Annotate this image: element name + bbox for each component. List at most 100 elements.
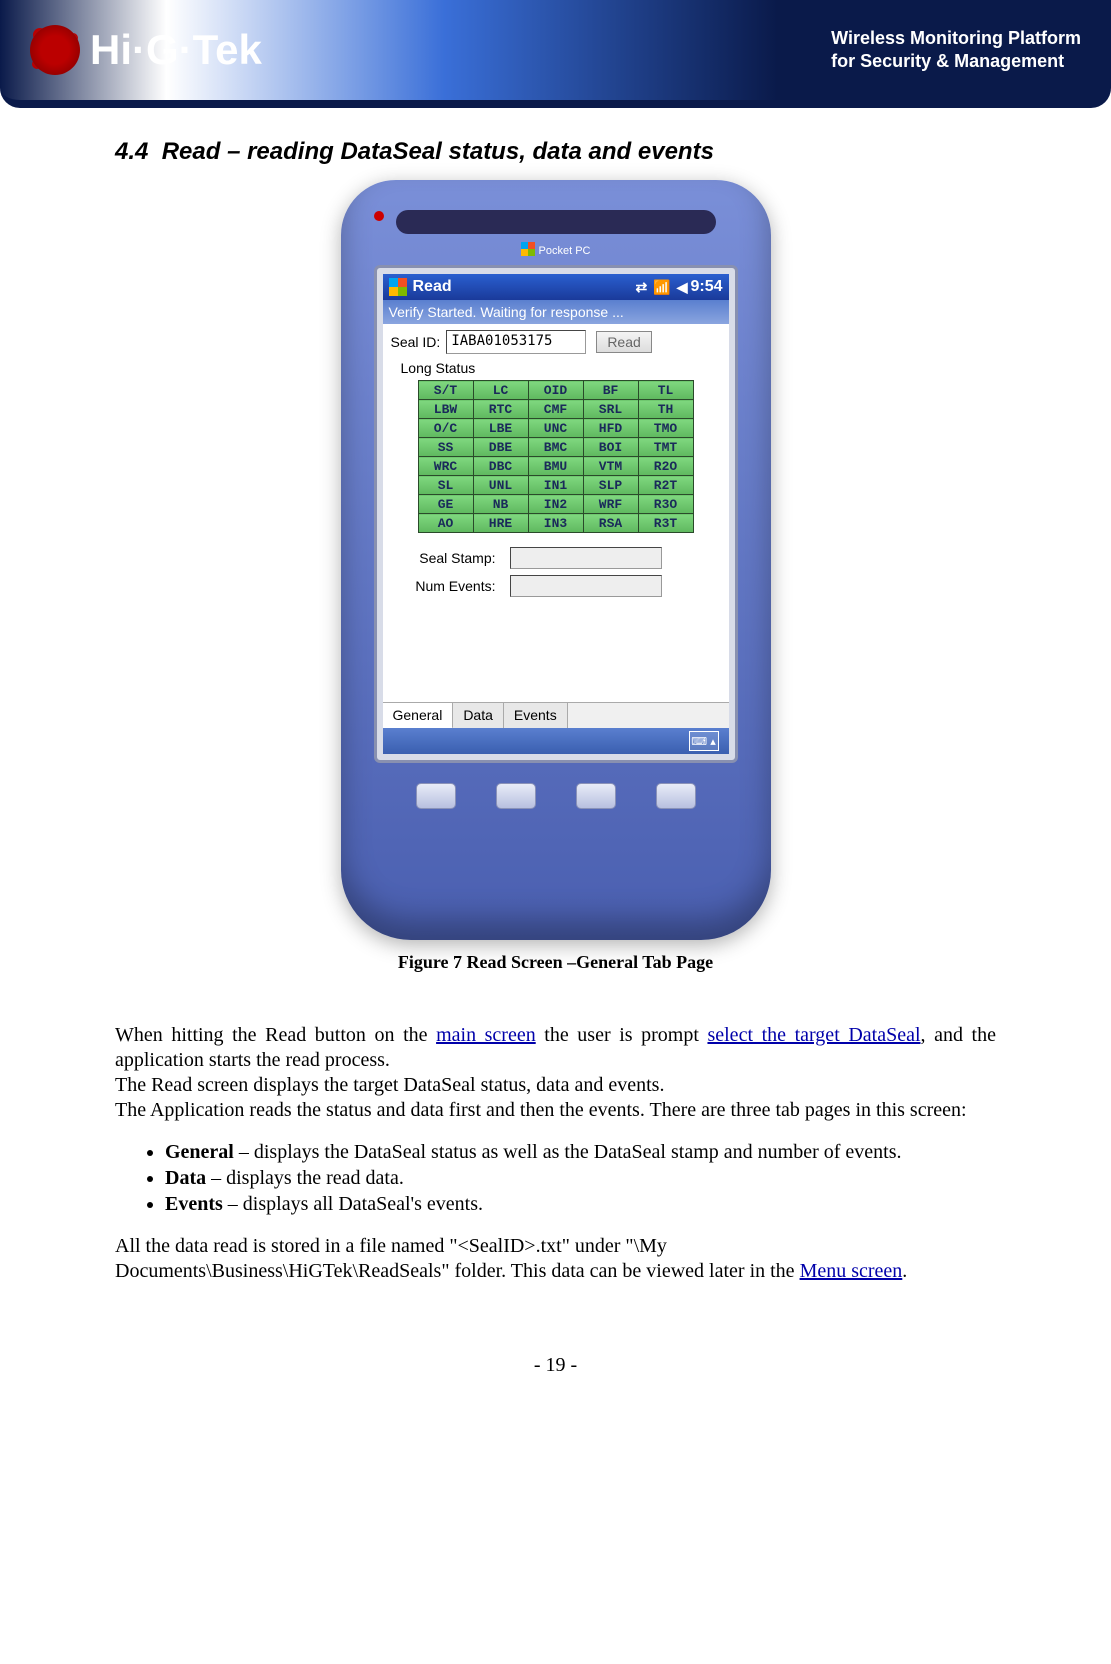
link-main-screen[interactable]: main screen xyxy=(436,1024,536,1046)
status-cell: S/T xyxy=(418,381,473,400)
connectivity-icon[interactable]: ⇄ xyxy=(636,279,648,296)
page-number: - 19 - xyxy=(115,1354,996,1377)
status-cell: DBC xyxy=(473,457,528,476)
seal-stamp-label: Seal Stamp: xyxy=(391,550,496,566)
status-cell: WRF xyxy=(583,495,638,514)
p1-b: the user is prompt xyxy=(536,1024,708,1046)
globe-icon xyxy=(30,25,80,75)
status-cell: BOI xyxy=(583,438,638,457)
header-tagline: Wireless Monitoring Platform for Securit… xyxy=(831,27,1081,74)
app-title: Read xyxy=(413,278,452,296)
status-cell: UNC xyxy=(528,419,583,438)
num-events-field[interactable] xyxy=(510,575,662,597)
status-cell: NB xyxy=(473,495,528,514)
bullet-general: General – displays the DataSeal status a… xyxy=(165,1141,996,1164)
tab-data[interactable]: Data xyxy=(453,703,504,728)
closing-paragraph: All the data read is stored in a file na… xyxy=(115,1234,996,1284)
p1-a: When hitting the Read button on the xyxy=(115,1024,436,1046)
hw-button-3[interactable] xyxy=(576,783,616,809)
status-cell: LBW xyxy=(418,400,473,419)
hw-button-2[interactable] xyxy=(496,783,536,809)
status-cell: SS xyxy=(418,438,473,457)
status-cell: HRE xyxy=(473,514,528,533)
sip-bar: ⌨ ▴ xyxy=(383,728,729,754)
link-select-target-dataseal[interactable]: select the target DataSeal xyxy=(707,1024,920,1046)
hw-button-4[interactable] xyxy=(656,783,696,809)
status-cell: WRC xyxy=(418,457,473,476)
status-cell: IN3 xyxy=(528,514,583,533)
status-cell: TMO xyxy=(638,419,693,438)
device-speaker-bar xyxy=(396,210,716,234)
page-header: Hi·G·Tek Wireless Monitoring Platform fo… xyxy=(0,0,1111,108)
seal-stamp-field[interactable] xyxy=(510,547,662,569)
tagline-line1: Wireless Monitoring Platform xyxy=(831,27,1081,50)
clock: 9:54 xyxy=(690,278,722,296)
pda-device: Pocket PC Read ⇄ 📶 ◀ 9:54 Verify Started… xyxy=(341,180,771,940)
long-status-label: Long Status xyxy=(401,360,721,376)
hardware-button-row xyxy=(341,783,771,809)
hw-button-1[interactable] xyxy=(416,783,456,809)
status-cell: IN1 xyxy=(528,476,583,495)
long-status-grid: S/TLCOIDBFTL LBWRTCCMFSRLTH O/CLBEUNCHFD… xyxy=(418,380,694,533)
num-events-label: Num Events: xyxy=(391,578,496,594)
section-number: 4.4 xyxy=(115,138,148,165)
start-icon[interactable] xyxy=(389,278,407,296)
status-cell: R3O xyxy=(638,495,693,514)
section-title-text: Read – reading DataSeal status, data and… xyxy=(162,138,714,165)
seal-id-input[interactable]: IABA01053175 xyxy=(446,330,586,354)
status-cell: BF xyxy=(583,381,638,400)
p2: The Read screen displays the target Data… xyxy=(115,1074,664,1096)
closing-a: All the data read is stored in a file na… xyxy=(115,1235,800,1282)
status-cell: SRL xyxy=(583,400,638,419)
status-cell: AO xyxy=(418,514,473,533)
status-message: Verify Started. Waiting for response ... xyxy=(383,300,729,324)
section-heading: 4.4 Read – reading DataSeal status, data… xyxy=(115,138,996,166)
p3: The Application reads the status and dat… xyxy=(115,1099,967,1121)
tab-general[interactable]: General xyxy=(383,703,454,729)
brand-text: Hi·G·Tek xyxy=(90,26,262,74)
status-cell: BMU xyxy=(528,457,583,476)
tab-bar: General Data Events xyxy=(383,702,729,728)
status-cell: OID xyxy=(528,381,583,400)
closing-b: . xyxy=(902,1260,907,1282)
status-cell: SL xyxy=(418,476,473,495)
status-cell: HFD xyxy=(583,419,638,438)
body-paragraphs: When hitting the Read button on the main… xyxy=(115,1023,996,1123)
status-cell: TH xyxy=(638,400,693,419)
status-cell: R3T xyxy=(638,514,693,533)
window-titlebar: Read ⇄ 📶 ◀ 9:54 xyxy=(383,274,729,300)
volume-icon[interactable]: ◀ xyxy=(677,279,688,296)
status-cell: DBE xyxy=(473,438,528,457)
status-cell: R2T xyxy=(638,476,693,495)
pocketpc-branding: Pocket PC xyxy=(341,242,771,257)
status-cell: IN2 xyxy=(528,495,583,514)
figure-caption: Figure 7 Read Screen –General Tab Page xyxy=(115,952,996,973)
signal-icon: 📶 xyxy=(653,279,670,296)
status-cell: GE xyxy=(418,495,473,514)
status-cell: RSA xyxy=(583,514,638,533)
seal-id-label: Seal ID: xyxy=(391,334,441,350)
bullet-data: Data – displays the read data. xyxy=(165,1167,996,1190)
status-cell: R2O xyxy=(638,457,693,476)
tab-descriptions-list: General – displays the DataSeal status a… xyxy=(165,1141,996,1216)
bullet-events: Events – displays all DataSeal's events. xyxy=(165,1193,996,1216)
tagline-line2: for Security & Management xyxy=(831,50,1081,73)
brand-logo: Hi·G·Tek xyxy=(30,25,262,75)
link-menu-screen[interactable]: Menu screen xyxy=(800,1260,903,1282)
status-cell: O/C xyxy=(418,419,473,438)
status-cell: VTM xyxy=(583,457,638,476)
status-cell: SLP xyxy=(583,476,638,495)
status-cell: TMT xyxy=(638,438,693,457)
status-cell: LBE xyxy=(473,419,528,438)
status-cell: LC xyxy=(473,381,528,400)
status-cell: CMF xyxy=(528,400,583,419)
screen-bezel: Read ⇄ 📶 ◀ 9:54 Verify Started. Waiting … xyxy=(374,265,738,763)
pda-screen: Read ⇄ 📶 ◀ 9:54 Verify Started. Waiting … xyxy=(383,274,729,754)
windows-icon xyxy=(521,242,535,256)
tab-events[interactable]: Events xyxy=(504,703,568,728)
status-cell: TL xyxy=(638,381,693,400)
keyboard-icon[interactable]: ⌨ ▴ xyxy=(689,731,719,751)
read-button[interactable]: Read xyxy=(596,331,651,353)
status-cell: RTC xyxy=(473,400,528,419)
status-cell: UNL xyxy=(473,476,528,495)
